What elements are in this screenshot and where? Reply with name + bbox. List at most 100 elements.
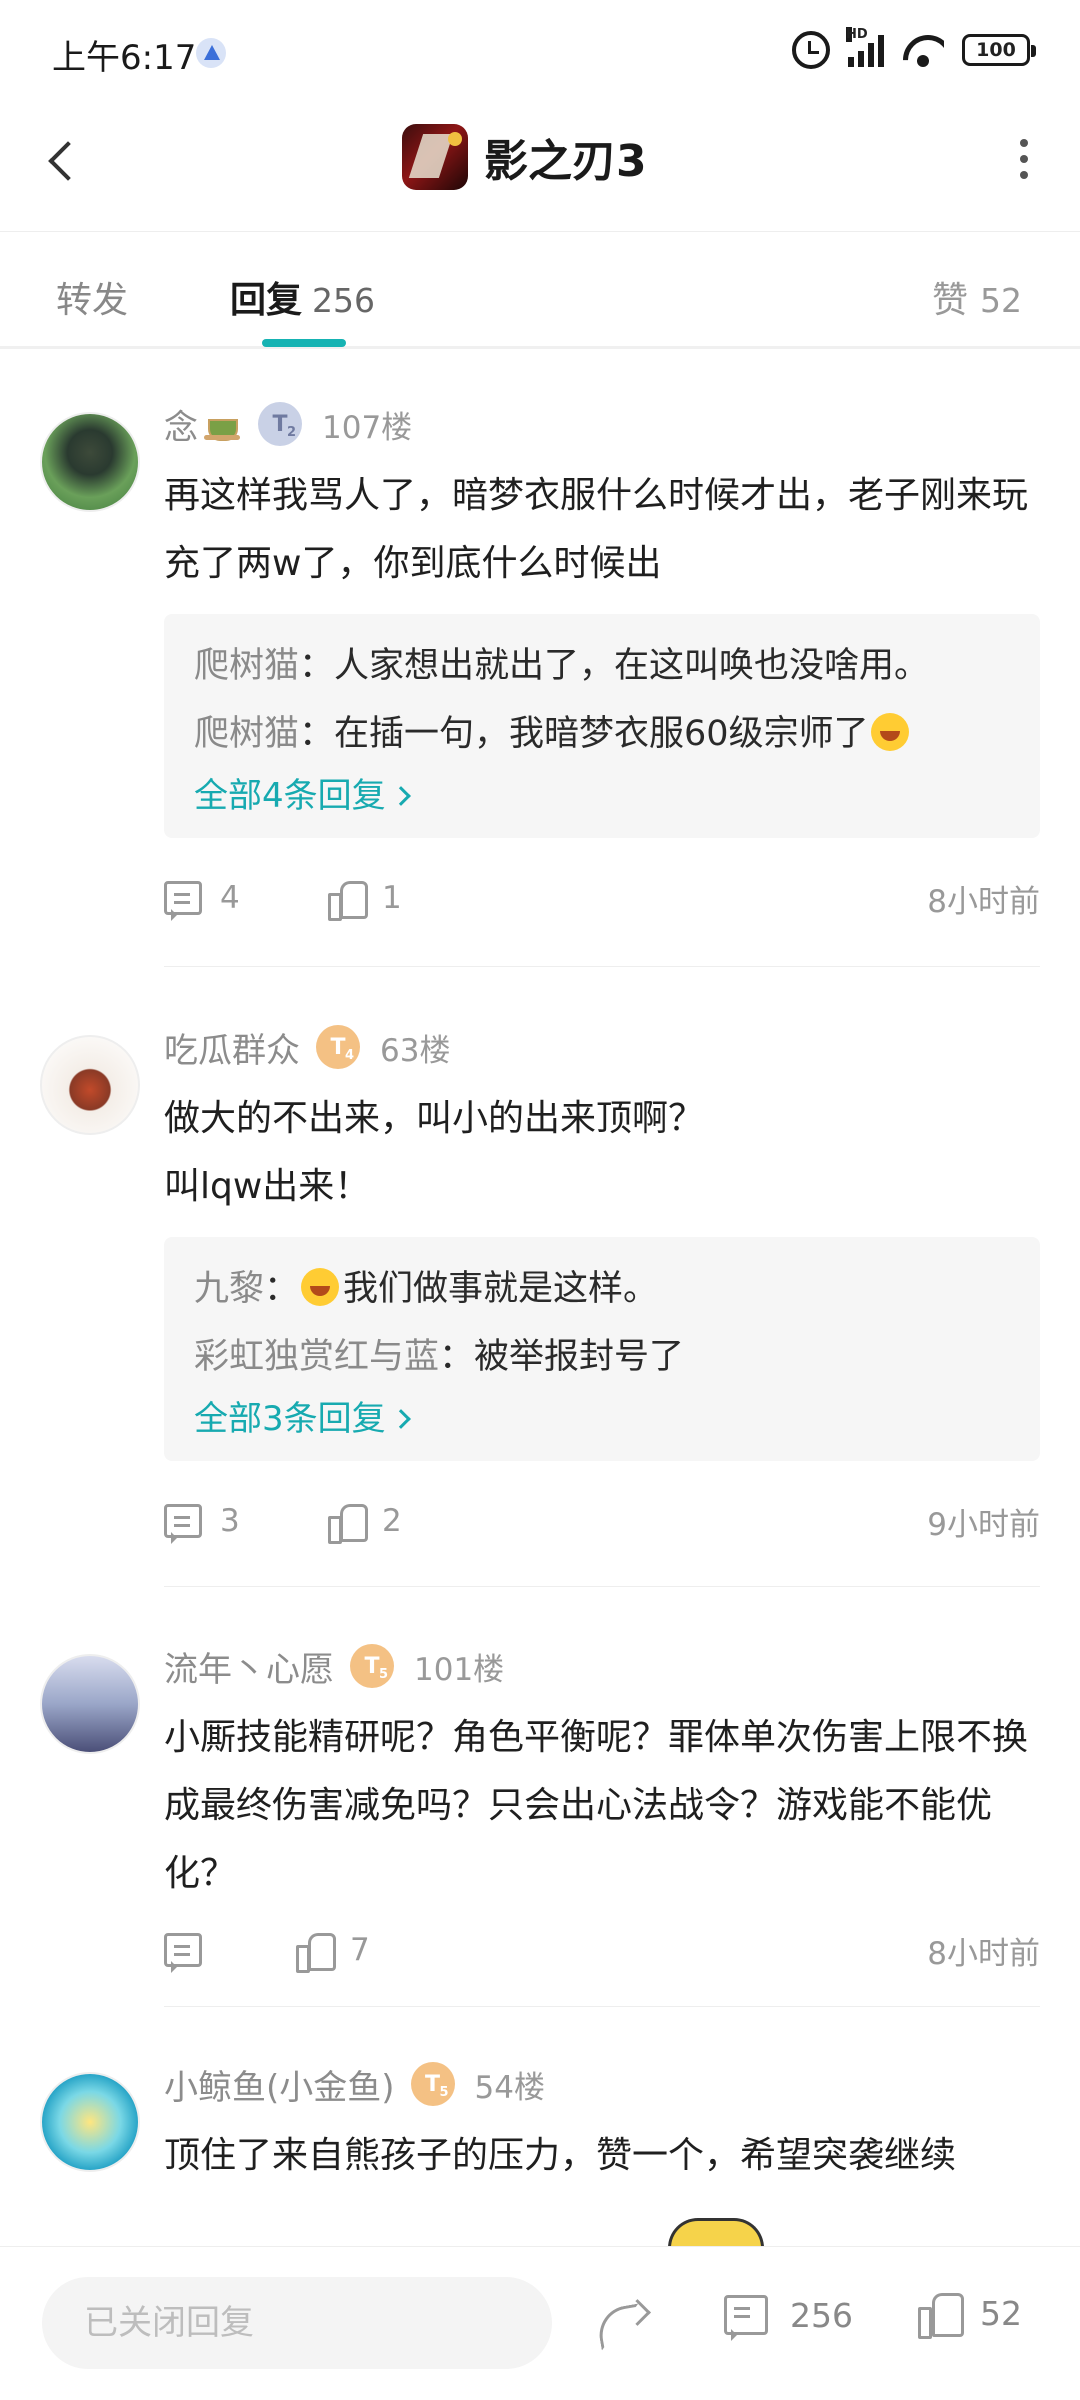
reply-item: 九黎： 我们做事就是这样。 — [194, 1268, 659, 1309]
reply-count: 3 — [220, 1503, 240, 1539]
divider — [164, 966, 1040, 967]
reply-action[interactable]: 4 — [164, 876, 240, 921]
username[interactable]: 念 — [164, 400, 198, 449]
username[interactable]: 吃瓜群众 — [164, 1023, 300, 1072]
like-count: 1 — [382, 880, 402, 916]
comment-meta: 吃瓜群众 T4 63楼 — [164, 1023, 1040, 1071]
back-button[interactable] — [36, 130, 96, 190]
reply-text: 在插一句，我暗梦衣服60级宗师了 — [334, 714, 869, 754]
floor-number: 101楼 — [414, 1651, 505, 1688]
more-options-button[interactable] — [994, 124, 1054, 194]
comment-time: 8小时前 — [927, 1936, 1040, 1972]
bottom-like-button[interactable]: 52 — [918, 2291, 1022, 2339]
view-all-replies-link[interactable]: 全部3条回复 — [194, 1393, 1010, 1445]
tab-likes-count: 52 — [980, 281, 1022, 320]
like-action[interactable]: 2 — [328, 1499, 402, 1544]
tab-replies-count: 256 — [312, 281, 376, 320]
comment-time: 8小时前 — [927, 884, 1040, 920]
avatar[interactable] — [40, 1035, 140, 1135]
like-action[interactable]: 1 — [328, 876, 402, 921]
comment-text: 顶住了来自熊孩子的压力，赞一个，希望突袭继续 — [164, 2135, 957, 2176]
header-center: 影之刃3 — [402, 122, 647, 192]
sweat-smile-emoji-icon — [870, 713, 909, 751]
reply-action[interactable]: 3 — [164, 1499, 240, 1544]
reply-preview-box[interactable]: 九黎： 我们做事就是这样。 彩虹独赏红与蓝：被举报封号了 全部3条回复 — [164, 1237, 1040, 1461]
comment-text: 再这样我骂人了，暗梦衣服什么时候才出，老子刚来玩充了两w了，你到底什么时候出 — [164, 475, 1029, 584]
game-app-icon[interactable] — [402, 124, 468, 190]
reply-author[interactable]: 九黎 — [194, 1269, 264, 1309]
tabs: 转发 回复 256 赞 52 — [0, 233, 1080, 349]
comment-body: 吃瓜群众 T4 63楼 做大的不出来，叫小的出来顶啊？ 叫lqw出来！ 九黎： 我们… — [164, 1023, 1040, 1551]
divider — [164, 1586, 1040, 1587]
reply-item: 爬树猫：人家想出就出了，在这叫唤也没啥用。 — [194, 646, 930, 686]
reply-author[interactable]: 彩虹独赏红与蓝 — [194, 1337, 439, 1377]
thumbs-up-icon — [328, 879, 368, 921]
floor-number: 54楼 — [474, 2069, 545, 2106]
comment-icon — [164, 881, 202, 921]
tab-replies-label: 回复 — [230, 280, 303, 321]
location-icon — [196, 38, 226, 68]
username[interactable]: 流年丶心愿 — [164, 1642, 334, 1691]
username[interactable]: 小鲸鱼(小金鱼) — [164, 2060, 395, 2109]
comment-meta: 小鲸鱼(小金鱼) T5 54楼 — [164, 2060, 1040, 2108]
comment-actions: 3 2 9小时前 — [164, 1491, 1040, 1551]
tea-cup-icon — [204, 405, 242, 443]
comment-body: 小鲸鱼(小金鱼) T5 54楼 顶住了来自熊孩子的压力，赞一个，希望突袭继续 — [164, 2060, 1040, 2190]
reply-preview-box[interactable]: 爬树猫：人家想出就出了，在这叫唤也没啥用。 爬树猫：在插一句，我暗梦衣服60级宗… — [164, 614, 1040, 838]
reply-item: 爬树猫：在插一句，我暗梦衣服60级宗师了 — [194, 700, 1010, 768]
battery-icon: 100 — [962, 34, 1036, 66]
thumbs-up-icon — [918, 2291, 964, 2339]
tab-likes-label: 赞 — [931, 280, 968, 321]
bottom-comment-button[interactable]: 256 — [724, 2295, 853, 2341]
bottom-like-count: 52 — [980, 2293, 1022, 2333]
comment-meta: 念 T2 107楼 — [164, 400, 1040, 448]
thumbs-up-icon — [328, 1502, 368, 1544]
comment-body: 流年丶心愿 T5 101楼 小厮技能精研呢？角色平衡呢？罪体单次伤害上限不换成最… — [164, 1642, 1040, 1980]
chevron-right-icon — [390, 786, 411, 806]
sticker-image — [668, 2218, 764, 2248]
bottom-bar: 已关闭回复 256 52 — [0, 2246, 1080, 2400]
avatar[interactable] — [40, 1654, 140, 1754]
tab-active-indicator — [262, 339, 346, 347]
reply-text: 人家想出就出了，在这叫唤也没啥用。 — [334, 646, 930, 686]
comment-text: 小厮技能精研呢？角色平衡呢？罪体单次伤害上限不换成最终伤害减免吗？只会出心法战令… — [164, 1717, 1029, 1894]
share-button[interactable] — [594, 2295, 654, 2351]
avatar[interactable] — [40, 2072, 140, 2172]
floor-number: 107楼 — [322, 409, 413, 446]
tab-likes[interactable]: 赞 52 — [932, 271, 1022, 323]
level-badge: T5 — [410, 2062, 455, 2106]
reply-count: 4 — [220, 880, 240, 916]
reply-item: 彩虹独赏红与蓝：被举报封号了 — [194, 1337, 685, 1377]
wifi-icon — [902, 33, 944, 67]
tab-forward[interactable]: 转发 — [56, 271, 128, 323]
like-action[interactable]: 7 — [296, 1928, 370, 1973]
floor-number: 63楼 — [380, 1032, 451, 1069]
status-icons: HD 100 — [792, 27, 1036, 72]
comment-text: 做大的不出来，叫小的出来顶啊？ 叫lqw出来！ — [164, 1098, 705, 1207]
chevron-right-icon — [390, 1409, 411, 1429]
page-title: 影之刃3 — [484, 136, 647, 187]
tab-replies[interactable]: 回复 256 — [230, 271, 375, 323]
status-bar: 上午6:17 HD 100 — [0, 0, 1080, 100]
reply-action[interactable] — [164, 1928, 202, 1973]
reply-author[interactable]: 爬树猫 — [194, 714, 299, 754]
comment-icon — [724, 2295, 768, 2341]
comment-icon — [164, 1504, 202, 1544]
comment-time: 9小时前 — [927, 1507, 1040, 1543]
comment-body: 念 T2 107楼 再这样我骂人了，暗梦衣服什么时候才出，老子刚来玩充了两w了，… — [164, 400, 1040, 928]
reply-text: 我们做事就是这样。 — [343, 1269, 659, 1309]
avatar[interactable] — [40, 412, 140, 512]
like-count: 7 — [350, 1932, 370, 1968]
hd-label: HD — [846, 27, 868, 42]
bottom-comment-count: 256 — [790, 2295, 853, 2335]
alarm-icon — [792, 31, 830, 69]
divider — [164, 2006, 1040, 2007]
battery-level: 100 — [976, 39, 1016, 61]
like-count: 2 — [382, 1503, 402, 1539]
view-all-replies-link[interactable]: 全部4条回复 — [194, 770, 1010, 822]
signal-icon: HD — [846, 27, 884, 67]
comment-icon — [164, 1933, 202, 1973]
laughing-emoji-icon — [301, 1268, 340, 1306]
reply-input: 已关闭回复 — [42, 2277, 552, 2369]
reply-author[interactable]: 爬树猫 — [194, 646, 299, 686]
